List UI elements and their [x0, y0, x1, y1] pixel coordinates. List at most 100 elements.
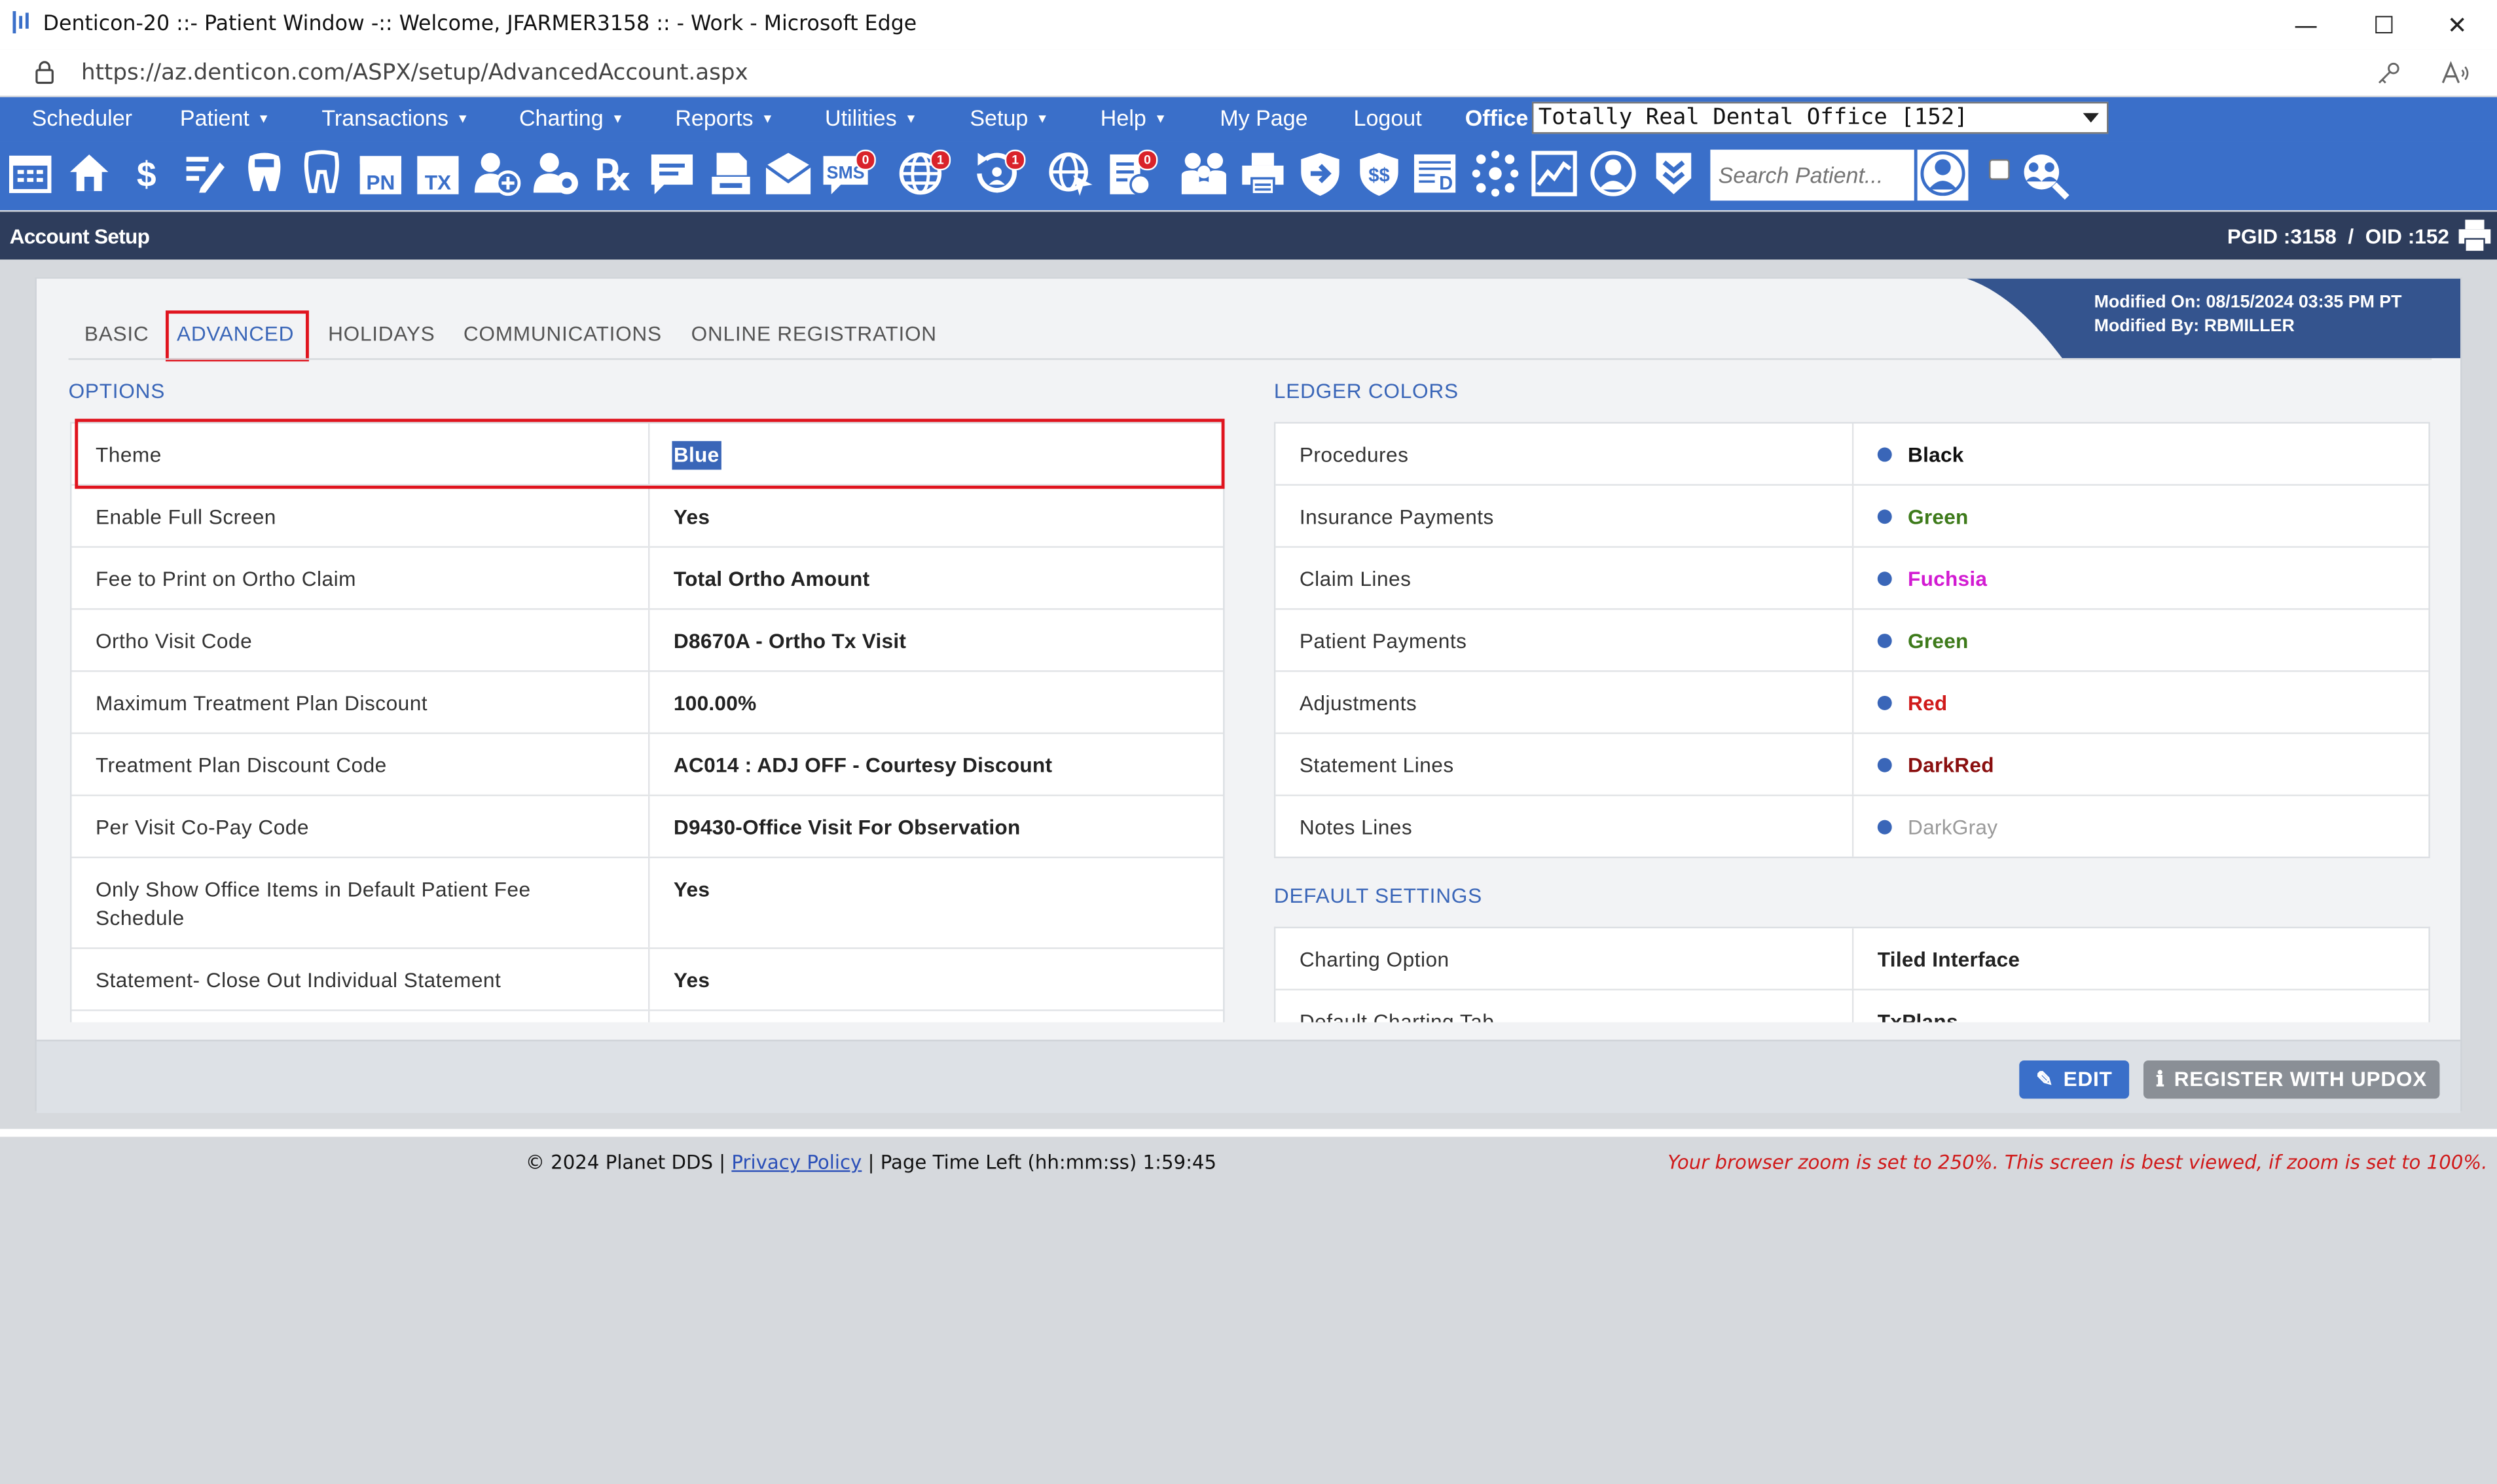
main-menu-bar: Scheduler Patient ▼ Transactions ▼ Chartin…: [0, 97, 2497, 142]
message-icon[interactable]: [647, 150, 698, 201]
menu-help[interactable]: Help ▼: [1101, 105, 1167, 131]
key-icon[interactable]: [2376, 62, 2401, 84]
color-dot-icon: [1877, 447, 1892, 462]
progress-notes-icon[interactable]: PN: [355, 150, 406, 201]
menu-utilities[interactable]: Utilities ▼: [825, 105, 917, 131]
insurance-dollar-icon[interactable]: $$: [1354, 150, 1405, 201]
tab-communications[interactable]: COMMUNICATIONS: [464, 321, 662, 345]
url-field[interactable]: https://az.denticon.com/ASPX/setup/Advan…: [81, 60, 748, 86]
tab-divider: [68, 358, 2432, 360]
tab-online-registration[interactable]: ONLINE REGISTRATION: [691, 321, 937, 345]
menu-logout[interactable]: Logout: [1354, 105, 1422, 131]
add-patient-icon[interactable]: [471, 150, 522, 201]
minimize-button[interactable]: —: [2287, 10, 2325, 42]
table-row[interactable]: Patient Payments Green: [1275, 609, 2429, 672]
edit-button[interactable]: ✎ EDIT: [2019, 1060, 2130, 1099]
ledger-label: Procedures: [1299, 443, 1409, 467]
chevron-down-icon: ▼: [1154, 111, 1167, 126]
print-page-icon[interactable]: [2457, 218, 2492, 253]
table-row[interactable]: Adjustments Red: [1275, 672, 2429, 734]
menu-reports[interactable]: Reports ▼: [675, 105, 774, 131]
web-cursor-icon[interactable]: [1046, 150, 1097, 201]
network-icon[interactable]: [1470, 150, 1521, 201]
read-aloud-icon[interactable]: [2441, 60, 2470, 86]
table-row[interactable]: Notes Lines DarkGray: [1275, 796, 2428, 857]
table-row[interactable]: Default Charting Tab TxPlans: [1275, 990, 2428, 1023]
printer-icon[interactable]: [1237, 150, 1288, 201]
table-row[interactable]: Statement Lines DarkRed: [1275, 734, 2429, 797]
family-icon[interactable]: [1178, 150, 1230, 201]
line-chart-icon[interactable]: [1529, 150, 1580, 201]
menu-my-page[interactable]: My Page: [1220, 105, 1307, 131]
sms-icon[interactable]: SMS 0: [822, 149, 876, 201]
collapse-chevrons-icon[interactable]: [1649, 150, 1700, 201]
table-row[interactable]: Insurance Payments Green: [1275, 485, 2429, 548]
ledger-label: Notes Lines: [1299, 815, 1413, 839]
search-option-checkbox[interactable]: [1989, 159, 2010, 180]
eob-document-icon[interactable]: D: [1411, 150, 1462, 201]
table-row[interactable]: Fee to Print on Ortho Claim Total Ortho …: [71, 547, 1224, 610]
table-row[interactable]: Treatment Plan Discount Code AC014 : ADJ…: [71, 734, 1224, 797]
ledger-label: Patient Payments: [1299, 628, 1467, 653]
table-row[interactable]: Only Show Office Items in Default Patien…: [71, 858, 1224, 949]
sms-badge: 0: [855, 149, 876, 171]
column-divider: [1851, 424, 1854, 484]
tooth-icon[interactable]: [296, 150, 347, 201]
menu-charting[interactable]: Charting ▼: [519, 105, 624, 131]
column-divider: [647, 796, 650, 857]
ledger-label: Adjustments: [1299, 691, 1417, 715]
lock-icon[interactable]: [35, 60, 54, 84]
tooth-chart-icon[interactable]: [239, 150, 290, 201]
calendar-icon[interactable]: [5, 150, 56, 201]
prescription-icon[interactable]: ℞: [588, 150, 639, 201]
table-row[interactable]: Statement- Close Out Individual Statemen…: [71, 949, 1224, 1011]
modified-on-text: Modified On: 08/15/2024 03:35 PM PT: [2094, 293, 2402, 312]
treatment-icon[interactable]: TX: [412, 150, 464, 201]
menu-setup[interactable]: Setup ▼: [970, 105, 1048, 131]
menu-scheduler[interactable]: Scheduler: [32, 105, 132, 131]
table-row[interactable]: Procedures Black: [1275, 424, 2429, 486]
home-icon[interactable]: [64, 150, 115, 201]
table-row[interactable]: Ortho Visit Code D8670A - Ortho Tx Visit: [71, 609, 1224, 672]
shield-arrow-icon[interactable]: [1295, 150, 1346, 201]
svg-text:D: D: [1439, 173, 1453, 194]
tab-basic[interactable]: BASIC: [84, 321, 149, 345]
column-divider: [1851, 485, 1854, 547]
forms-icon[interactable]: 0: [1104, 149, 1158, 201]
menu-transactions[interactable]: Transactions ▼: [321, 105, 469, 131]
table-row-partial: [71, 1011, 1223, 1023]
mail-icon[interactable]: [763, 150, 814, 201]
column-divider: [647, 547, 650, 609]
maximize-button[interactable]: ☐: [2365, 10, 2403, 42]
close-window-button[interactable]: ✕: [2438, 10, 2476, 42]
ledger-value: Black: [1877, 441, 1964, 470]
table-row[interactable]: Claim Lines Fuchsia: [1275, 547, 2429, 610]
table-row[interactable]: Charting Option Tiled Interface: [1275, 928, 2429, 990]
privacy-policy-link[interactable]: Privacy Policy: [731, 1151, 862, 1174]
tab-holidays[interactable]: HOLIDAYS: [328, 321, 435, 345]
group-search-icon[interactable]: [2019, 150, 2070, 201]
table-row[interactable]: Per Visit Co-Pay Code D9430-Office Visit…: [71, 796, 1224, 859]
option-label: Fee to Print on Ortho Claim: [95, 566, 356, 591]
svg-text:PN: PN: [366, 170, 395, 194]
patient-settings-icon[interactable]: [530, 150, 581, 201]
dollar-icon[interactable]: $: [121, 150, 172, 201]
svg-text:$$: $$: [1368, 165, 1389, 186]
recall-icon[interactable]: 1: [972, 149, 1026, 201]
table-row[interactable]: Enable Full Screen Yes: [71, 485, 1224, 548]
office-select[interactable]: Totally Real Dental Office [152]: [1531, 101, 2109, 134]
column-divider: [1851, 990, 1854, 1023]
menu-patient[interactable]: Patient ▼: [180, 105, 270, 131]
app-root: Denticon-20 ::- Patient Window -:: Welco…: [0, 0, 2497, 1484]
patient-search-icon[interactable]: [1917, 149, 1969, 201]
window-title-bar: Denticon-20 ::- Patient Window -:: Welco…: [0, 0, 2497, 50]
edit-list-icon[interactable]: [178, 150, 229, 201]
account-setup-panel: Modified On: 08/15/2024 03:35 PM PT Modi…: [35, 277, 2462, 1113]
support-agent-icon[interactable]: [1588, 150, 1639, 201]
setting-value: TxPlans: [1877, 1009, 1958, 1023]
register-updox-button[interactable]: ℹ REGISTER WITH UPDOX: [2143, 1060, 2440, 1099]
table-row[interactable]: Maximum Treatment Plan Discount 100.00%: [71, 672, 1224, 734]
search-patient-input[interactable]: [1710, 149, 1914, 201]
globe-alert-icon[interactable]: 1: [896, 149, 951, 201]
document-print-icon[interactable]: [706, 150, 757, 201]
